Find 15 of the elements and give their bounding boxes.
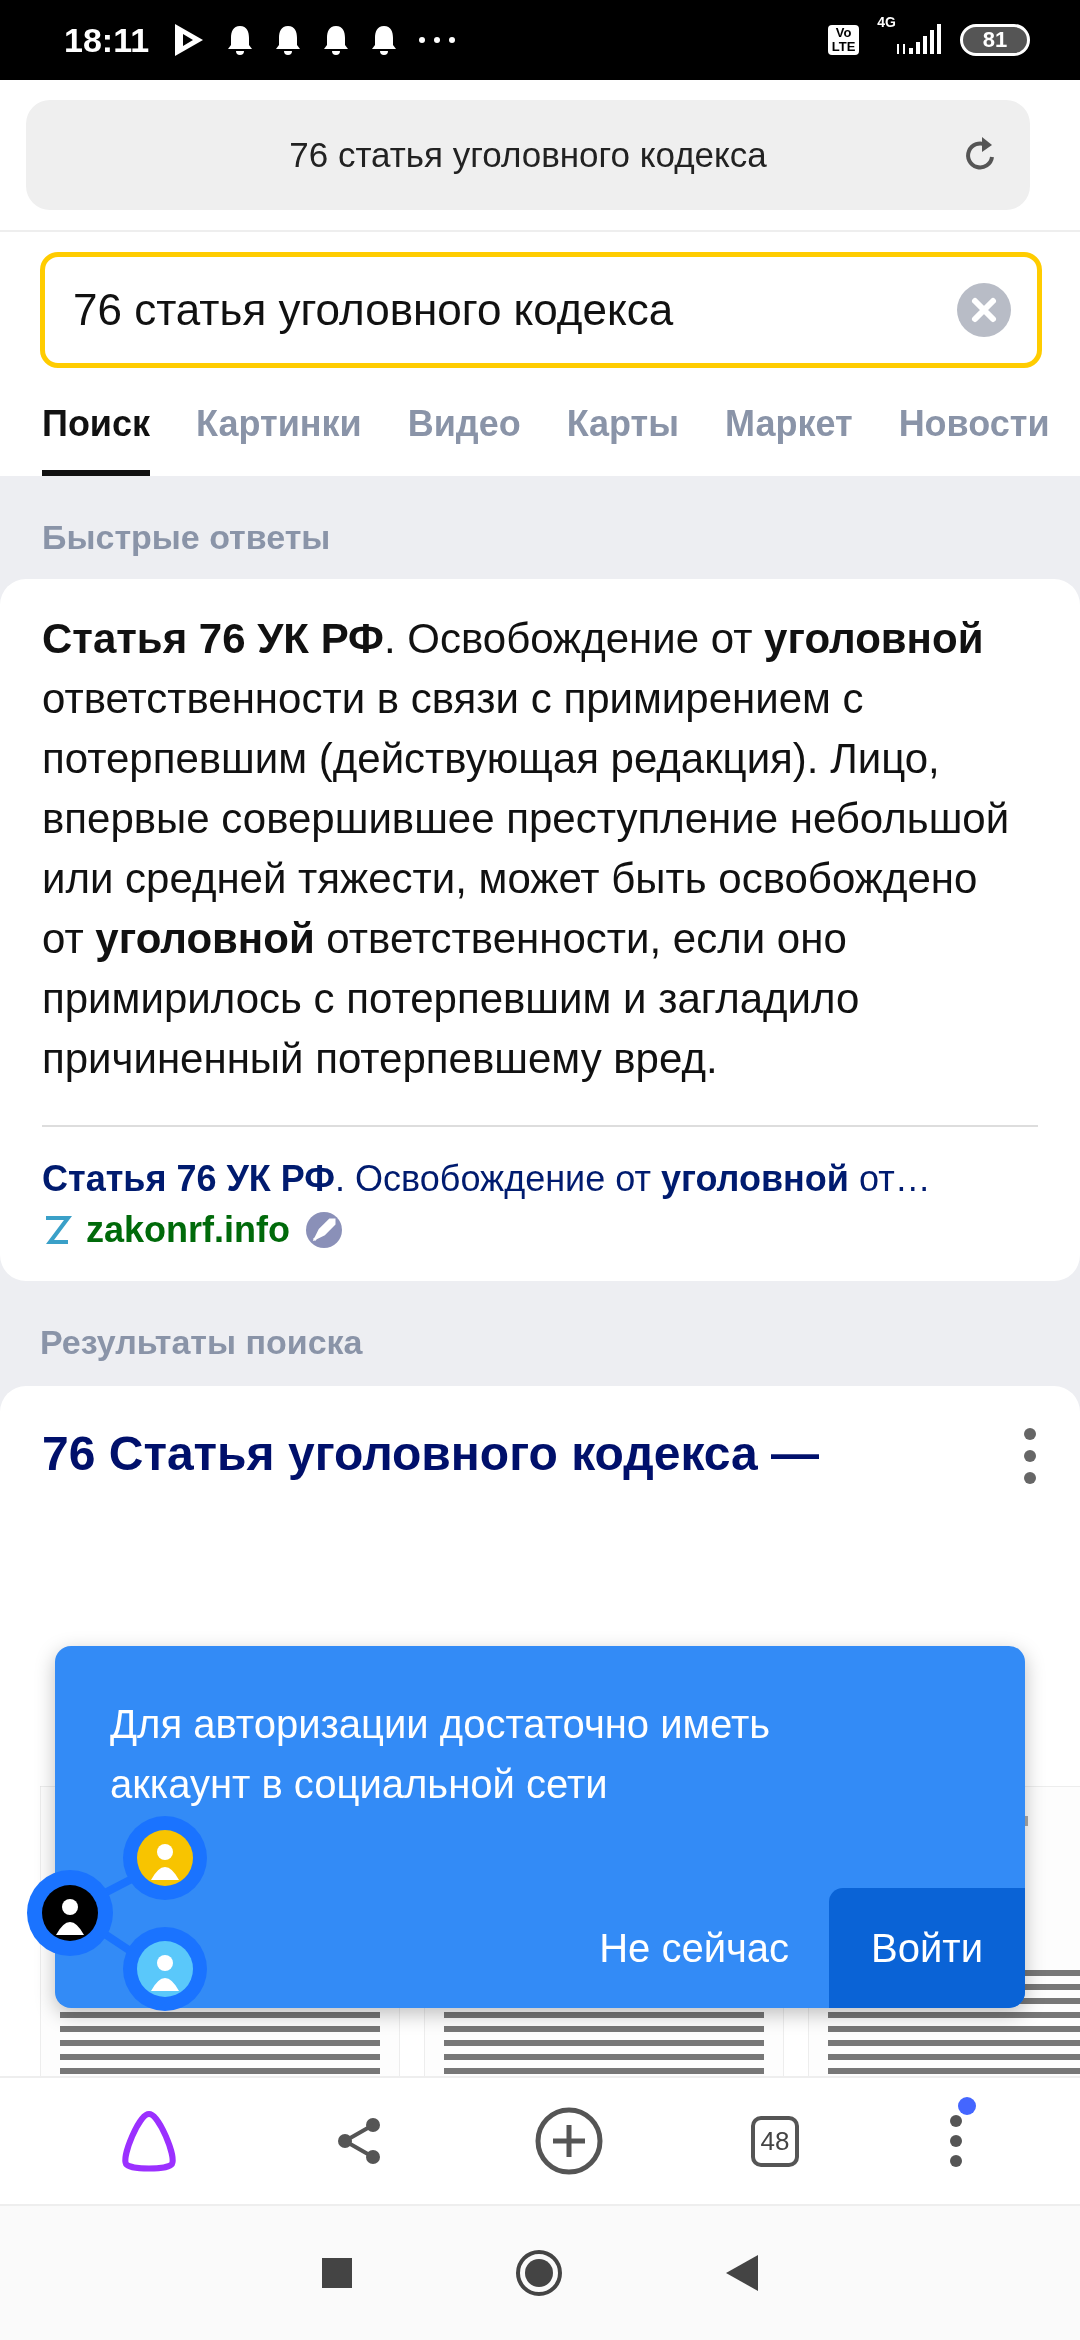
popup-message: Для авторизации достаточно иметь аккаунт в социальной сети xyxy=(110,1701,772,1808)
address-bar[interactable]: 76 статья уголовного кодекса xyxy=(26,100,1030,210)
site-link[interactable]: zakonrf.info xyxy=(86,1209,290,1251)
popup-button[interactable]: Войти xyxy=(829,1888,1025,2008)
section-heading: Быстрые ответы xyxy=(41,517,332,558)
answer-text: Статья 76 УК РФ. Освобождение от уголовной ответственности в связи с примирением с потерпевшим (действующая редакция). Лицо, впервые совершившее преступление небольшой или средней тяжести, может быть освобождено от уголовной ответственности, если оно примирилось с потерпевшим и загладило причиненный потерпевшему вред. xyxy=(42,614,1011,1084)
result-title[interactable]: 76 Статья уголовного кодекса — xyxy=(42,1426,820,1481)
status-time: 18:11 xyxy=(64,20,150,60)
network-label: 4G xyxy=(877,14,896,30)
battery-indicator: 81 xyxy=(960,24,1030,56)
volte-icon: Vo LTE xyxy=(827,25,860,55)
source-link[interactable]: Статья 76 УК РФ. Освобождение от уголовной от… xyxy=(42,1153,1038,1205)
section-heading: Результаты поиска xyxy=(39,1322,364,1363)
tabs-counter[interactable]: 48 xyxy=(750,2115,800,2167)
search-field[interactable]: 76 статья уголовного кодекса xyxy=(40,252,1042,368)
